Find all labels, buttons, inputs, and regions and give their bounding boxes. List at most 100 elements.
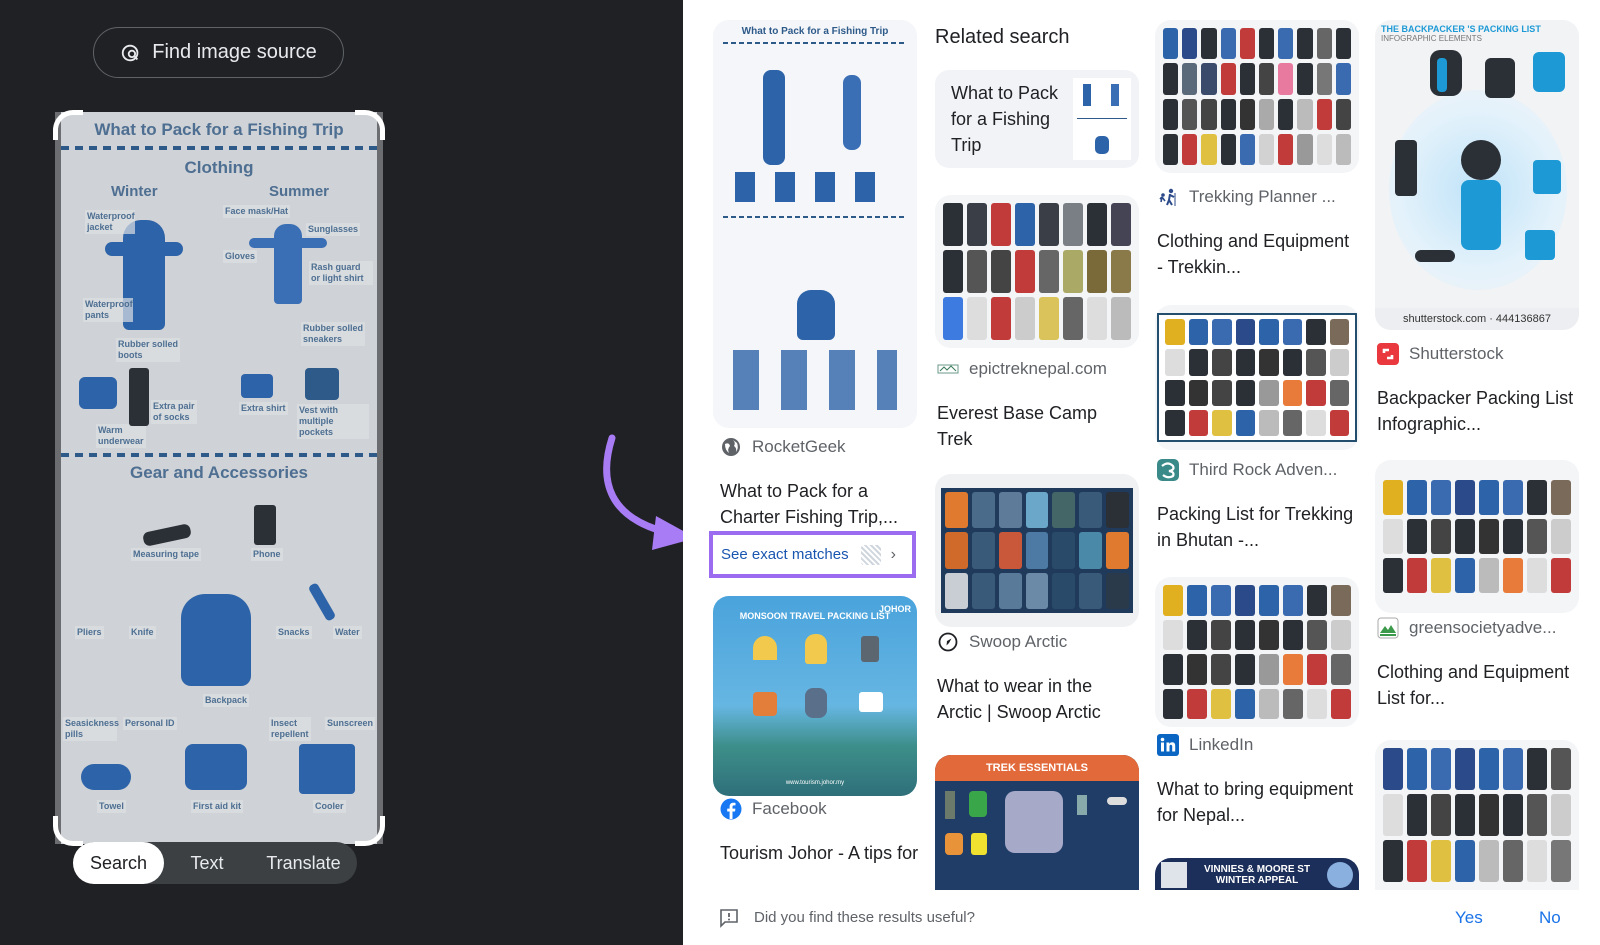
result-source-trekking-planner[interactable]: Trekking Planner ... <box>1157 186 1336 208</box>
label: Face mask/Hat <box>223 205 291 218</box>
see-exact-matches-button[interactable]: See exact matches › <box>709 531 916 578</box>
compass-icon <box>937 631 959 653</box>
tab-search[interactable]: Search <box>73 842 164 884</box>
measuring-tape-image <box>142 523 192 547</box>
result-source-linkedin[interactable]: LinkedIn <box>1157 734 1253 756</box>
feedback-icon <box>720 908 738 928</box>
infographic-image: What to Pack for a Fishing Trip Clothing… <box>61 112 377 844</box>
umbrella-image <box>753 636 777 660</box>
find-image-source-label: Find image source <box>152 41 317 63</box>
crop-handle-top-right[interactable] <box>355 110 385 140</box>
thumbnail-url: www.tourism.johor.my <box>785 780 845 786</box>
phone-case-image <box>861 636 879 662</box>
result-thumbnail-greensociety[interactable] <box>1375 460 1579 613</box>
result-thumbnail-swoop-arctic[interactable] <box>935 474 1139 627</box>
result-title-trekking-planner[interactable]: Clothing and Equipment - Trekkin... <box>1157 228 1357 280</box>
infographic-title: What to Pack for a Fishing Trip <box>94 120 344 139</box>
result-title-shutterstock[interactable]: Backpacker Packing List Infographic... <box>1377 385 1577 437</box>
result-title-greensociety[interactable]: Clothing and Equipment List for... <box>1377 659 1577 711</box>
label: Personal ID <box>123 717 177 730</box>
thumbnail-title: VINNIES & MOORE ST WINTER APPEAL <box>1203 864 1311 886</box>
underwear-image <box>129 368 149 426</box>
result-source-rocketgeek[interactable]: RocketGeek <box>720 436 846 458</box>
result-source-shutterstock[interactable]: Shutterstock <box>1377 343 1504 365</box>
feedback-no-button[interactable]: No <box>1539 908 1561 928</box>
result-source-facebook[interactable]: Facebook <box>720 798 827 820</box>
facebook-icon <box>720 798 742 820</box>
feedback-yes-button[interactable]: Yes <box>1455 908 1483 928</box>
result-source-third-rock[interactable]: Third Rock Adven... <box>1157 459 1337 481</box>
result-title-swoop-arctic[interactable]: What to wear in the Arctic | Swoop Arcti… <box>937 673 1137 725</box>
result-thumbnail-vinnies[interactable]: VINNIES & MOORE ST WINTER APPEAL <box>1155 858 1359 890</box>
backpack-image <box>805 688 827 718</box>
label: Sunglasses <box>306 223 361 236</box>
image-preview[interactable]: What to Pack for a Fishing Trip Clothing… <box>53 110 385 846</box>
tab-translate[interactable]: Translate <box>250 842 357 884</box>
related-search-heading: Related search <box>935 26 1070 48</box>
winter-figure <box>763 70 785 165</box>
lens-search-icon <box>122 44 139 61</box>
see-exact-matches-label: See exact matches <box>721 546 849 563</box>
related-search-thumbnail <box>1073 78 1131 160</box>
result-thumbnail-trek-essentials[interactable]: TREK ESSENTIALS <box>935 755 1139 890</box>
label: Extra shirt <box>239 402 288 415</box>
result-thumbnail-facebook[interactable]: MONSOON TRAVEL PACKING LIST JOHOR www.to… <box>713 596 917 796</box>
result-title-epictreknepal[interactable]: Everest Base Camp Trek <box>937 400 1132 452</box>
shirt-image <box>753 692 777 716</box>
hikers-icon <box>1157 186 1179 208</box>
label: Towel <box>97 800 126 813</box>
result-title-facebook[interactable]: Tourism Johor - A tips for monsoon trave… <box>720 840 920 870</box>
result-thumbnail-trekking-planner[interactable] <box>1155 20 1359 173</box>
shirt-image <box>79 377 117 409</box>
divider <box>723 216 907 218</box>
label: Backpack <box>203 694 250 707</box>
winter-arms <box>105 242 183 256</box>
backpack-image <box>181 594 251 686</box>
crop-handle-bottom-right[interactable] <box>355 816 385 846</box>
label: Insect repellent <box>269 717 311 741</box>
towel-image <box>81 764 131 790</box>
result-source-greensociety[interactable]: greensocietyadve... <box>1377 617 1556 639</box>
label: Phone <box>251 548 283 561</box>
result-source-epictreknepal[interactable]: epictreknepal.com <box>937 358 1107 380</box>
related-search-card[interactable]: What to Pack for a Fishing Trip <box>935 70 1139 168</box>
label: Pliers <box>75 626 104 639</box>
epictreknepal-icon <box>937 358 959 380</box>
mountain-icon <box>1377 617 1399 639</box>
crop-handle-bottom-left[interactable] <box>53 816 83 846</box>
thumbnail-title: What to Pack for a Fishing Trip <box>741 26 889 37</box>
result-title-third-rock[interactable]: Packing List for Trekking in Bhutan -... <box>1157 501 1357 553</box>
thumbnail-title: TREK ESSENTIALS <box>935 755 1139 781</box>
tab-text[interactable]: Text <box>164 842 250 884</box>
label: Warm underwear <box>96 424 146 448</box>
summer-figure <box>843 75 861 150</box>
result-thumbnail-linkedin[interactable] <box>1155 577 1359 727</box>
label: Water <box>333 626 362 639</box>
winter-heading: Winter <box>111 183 158 200</box>
label: Rash guard or light shirt <box>309 261 373 285</box>
thumbnail-caption: shutterstock.com · 444136867 <box>1375 308 1579 330</box>
result-title-linkedin[interactable]: What to bring equipment for Nepal... <box>1157 776 1357 828</box>
divider <box>723 42 907 44</box>
water-image <box>307 582 337 622</box>
label: Measuring tape <box>131 548 202 561</box>
summer-figure <box>274 224 302 304</box>
result-source-swoop-arctic[interactable]: Swoop Arctic <box>937 631 1067 653</box>
result-thumbnail-third-rock[interactable] <box>1155 305 1359 450</box>
result-title-rocketgeek[interactable]: What to Pack for a Charter Fishing Trip,… <box>720 478 910 530</box>
cooler-image <box>299 744 355 794</box>
linkedin-icon <box>1157 734 1179 756</box>
crop-handle-top-left[interactable] <box>53 110 83 140</box>
third-rock-icon <box>1157 459 1179 481</box>
result-thumbnail-shutterstock[interactable]: THE BACKPACKER 'S PACKING LIST INFOGRAPH… <box>1375 20 1579 330</box>
label: Snacks <box>276 626 312 639</box>
divider <box>61 453 377 457</box>
result-thumbnail-epictreknepal[interactable] <box>935 195 1139 348</box>
exact-match-thumbnail <box>860 544 881 565</box>
thumbnail-title: THE BACKPACKER 'S PACKING LIST <box>1381 24 1541 34</box>
result-thumbnail-rocketgeek[interactable]: What to Pack for a Fishing Trip <box>713 20 917 428</box>
find-image-source-button[interactable]: Find image source <box>93 27 344 78</box>
label: Rubber solled sneakers <box>301 322 365 346</box>
result-thumbnail-gear-list[interactable] <box>1375 740 1579 890</box>
label: Cooler <box>313 800 346 813</box>
